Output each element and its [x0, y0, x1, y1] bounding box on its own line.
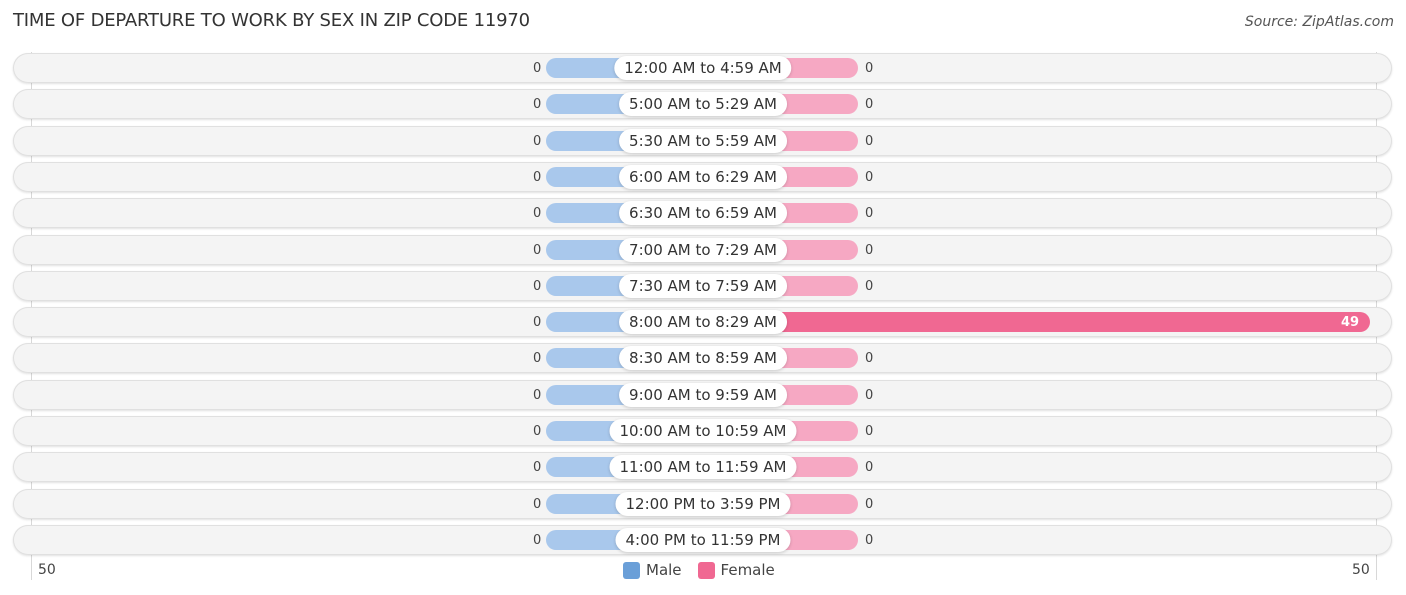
category-label: 7:30 AM to 7:59 AM: [619, 273, 787, 298]
chart-row: 10:00 AM to 10:59 AM 0 0: [13, 416, 1392, 446]
value-label-female: 0: [865, 169, 874, 185]
value-label-male: 0: [533, 532, 542, 548]
chart-row: 8:30 AM to 8:59 AM 0 0: [13, 343, 1392, 374]
chart-title: TIME OF DEPARTURE TO WORK BY SEX IN ZIP …: [13, 10, 530, 31]
value-label-female: 0: [865, 424, 874, 439]
chart-row: 6:30 AM to 6:59 AM 0 0: [13, 198, 1392, 229]
category-label: 5:30 AM to 5:59 AM: [619, 128, 787, 153]
value-label-male: 0: [533, 315, 542, 331]
value-label-male: 0: [533, 351, 542, 367]
value-label-female: 0: [865, 387, 874, 403]
legend-swatch-female: [697, 561, 715, 579]
value-label-female: 0: [865, 278, 874, 294]
legend: Male Female: [623, 561, 791, 579]
chart-row: 12:00 PM to 3:59 PM 0 0: [13, 488, 1392, 519]
legend-label-female: Female: [720, 561, 775, 579]
chart-row: 5:30 AM to 5:59 AM 0 0: [13, 125, 1392, 156]
value-label-male: 0: [533, 496, 542, 512]
value-label-male: 0: [533, 206, 542, 222]
value-label-male: 0: [533, 97, 542, 113]
value-label-female: 49: [1341, 315, 1360, 331]
category-label: 8:00 AM to 8:29 AM: [619, 310, 787, 335]
value-label-female: 0: [865, 61, 874, 76]
chart-row: 4:00 PM to 11:59 PM 0 0: [13, 524, 1392, 555]
legend-item-female: Female: [697, 561, 775, 579]
value-label-male: 0: [533, 169, 542, 185]
axis-tick-right: 50: [1352, 562, 1370, 578]
value-label-female: 0: [865, 496, 874, 512]
chart-row: 8:00 AM to 8:29 AM 0 49: [13, 307, 1392, 338]
legend-swatch-male: [623, 561, 640, 579]
bar-female: [765, 312, 1370, 333]
source-label: Source: ZipAtlas.com: [1244, 14, 1394, 30]
legend-label-male: Male: [646, 561, 682, 579]
chart-row: 7:00 AM to 7:29 AM 0 0: [13, 234, 1392, 265]
value-label-female: 0: [865, 206, 874, 222]
category-label: 8:30 AM to 8:59 AM: [619, 346, 787, 371]
value-label-male: 0: [533, 460, 542, 476]
category-label: 9:00 AM to 9:59 AM: [619, 382, 787, 407]
value-label-male: 0: [533, 424, 542, 439]
legend-item-male: Male: [623, 561, 682, 579]
value-label-female: 0: [865, 460, 874, 476]
chart-row: 5:00 AM to 5:29 AM 0 0: [13, 89, 1392, 120]
chart-row: 9:00 AM to 9:59 AM 0 0: [13, 379, 1392, 410]
value-label-male: 0: [533, 278, 542, 294]
category-label: 4:00 PM to 11:59 PM: [615, 527, 791, 552]
chart-row: 12:00 AM to 4:59 AM 0 0: [13, 53, 1392, 83]
value-label-female: 0: [865, 133, 874, 149]
category-label: 12:00 PM to 3:59 PM: [615, 491, 791, 516]
category-label: 12:00 AM to 4:59 AM: [614, 56, 792, 80]
axis-tick-left: 50: [38, 562, 56, 578]
chart-row: 6:00 AM to 6:29 AM 0 0: [13, 161, 1392, 192]
value-label-male: 0: [533, 387, 542, 403]
category-label: 5:00 AM to 5:29 AM: [619, 92, 787, 117]
category-label: 11:00 AM to 11:59 AM: [609, 455, 797, 480]
value-label-female: 0: [865, 97, 874, 113]
chart-row: 7:30 AM to 7:59 AM 0 0: [13, 270, 1392, 301]
value-label-male: 0: [533, 133, 542, 149]
value-label-female: 0: [865, 242, 874, 258]
value-label-male: 0: [533, 61, 542, 76]
value-label-female: 0: [865, 532, 874, 548]
chart-row: 11:00 AM to 11:59 AM 0 0: [13, 452, 1392, 483]
category-label: 6:00 AM to 6:29 AM: [619, 164, 787, 189]
value-label-male: 0: [533, 242, 542, 258]
category-label: 10:00 AM to 10:59 AM: [609, 419, 797, 443]
value-label-female: 0: [865, 351, 874, 367]
category-label: 7:00 AM to 7:29 AM: [619, 237, 787, 262]
category-label: 6:30 AM to 6:59 AM: [619, 201, 787, 226]
